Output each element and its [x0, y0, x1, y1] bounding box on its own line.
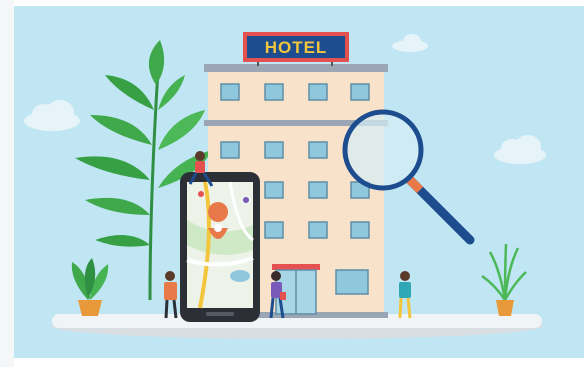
- cloud-icon: [392, 34, 428, 52]
- phone-map: [180, 172, 260, 322]
- person-left: [164, 271, 178, 319]
- cloud-icon: [494, 135, 546, 164]
- cloud-icon: [24, 100, 80, 131]
- scene-svg: HOTEL: [24, 32, 546, 339]
- hotel-sign-text: HOTEL: [265, 38, 328, 57]
- hotel-sign: HOTEL: [243, 32, 349, 66]
- person-right: [398, 271, 412, 319]
- hotel-illustration: HOTEL: [0, 0, 584, 367]
- plant-icon: [71, 258, 109, 316]
- plant-icon: [481, 243, 527, 316]
